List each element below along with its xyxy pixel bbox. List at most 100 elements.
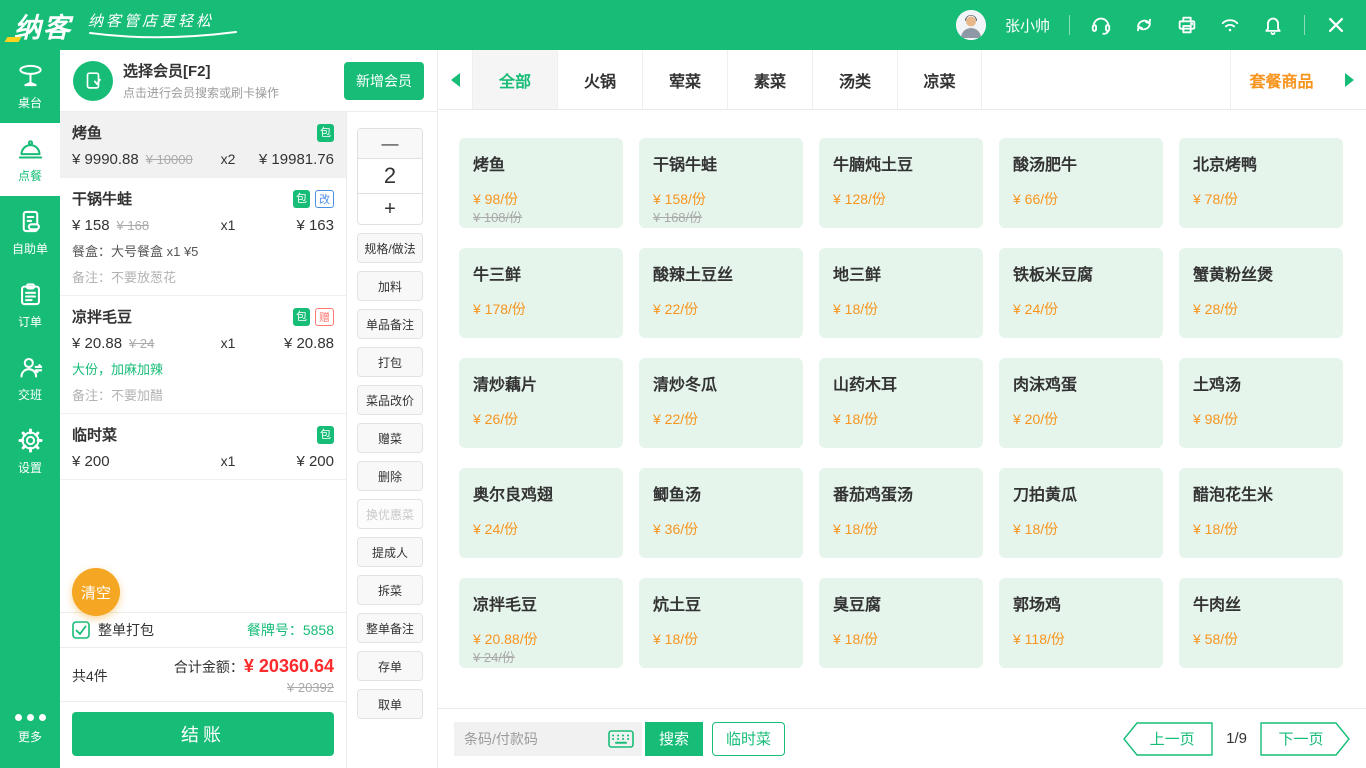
order-item[interactable]: 临时菜 包 ¥ 200 x1 ¥ 200	[60, 414, 346, 480]
sidebar-item-tables[interactable]: 桌台	[0, 50, 60, 123]
category-tab[interactable]: 火锅	[557, 50, 642, 109]
dish-card[interactable]: 蟹黄粉丝煲 ¥ 28/份	[1179, 248, 1343, 338]
clipboard-icon	[17, 281, 44, 308]
dish-price: ¥ 98/份	[1193, 409, 1238, 429]
barcode-input[interactable]	[464, 731, 608, 747]
item-count: 共4件	[72, 666, 108, 686]
action-button[interactable]: 规格/做法	[357, 233, 423, 263]
dish-card[interactable]: 铁板米豆腐 ¥ 24/份	[999, 248, 1163, 338]
wifi-icon[interactable]	[1218, 13, 1242, 37]
dish-card[interactable]: 鲫鱼汤 ¥ 36/份	[639, 468, 803, 558]
quantity-stepper: — 2 +	[357, 128, 423, 225]
action-button[interactable]: 存单	[357, 651, 423, 681]
dish-card[interactable]: 醋泡花生米 ¥ 18/份	[1179, 468, 1343, 558]
sidebar-item-more[interactable]: 更多	[0, 702, 60, 756]
dish-card[interactable]: 牛腩炖土豆 ¥ 128/份	[819, 138, 983, 228]
search-button[interactable]: 搜索	[645, 722, 703, 756]
order-item-qty: x1	[206, 453, 250, 469]
dish-card[interactable]: 山药木耳 ¥ 18/份	[819, 358, 983, 448]
dish-price: ¥ 22/份	[653, 409, 698, 429]
sidebar-item-settings[interactable]: 设置	[0, 415, 60, 488]
action-button[interactable]: 删除	[357, 461, 423, 491]
dish-card[interactable]: 番茄鸡蛋汤 ¥ 18/份	[819, 468, 983, 558]
bell-icon[interactable]	[1261, 13, 1285, 37]
action-button[interactable]: 取单	[357, 689, 423, 719]
action-button[interactable]: 单品备注	[357, 309, 423, 339]
order-item-qty: x1	[206, 217, 250, 233]
dish-card[interactable]: 酸辣土豆丝 ¥ 22/份	[639, 248, 803, 338]
order-item[interactable]: 凉拌毛豆 包赠 ¥ 20.88 ¥ 24 x1 ¥ 20.88 大份，加麻加辣 …	[60, 296, 346, 414]
member-bar: 选择会员[F2] 点击进行会员搜索或刷卡操作 新增会员	[60, 50, 437, 112]
category-scroll-left-button[interactable]	[438, 50, 472, 109]
temp-dish-button[interactable]: 临时菜	[712, 722, 785, 756]
order-item-qty: x1	[206, 335, 250, 351]
category-tab[interactable]: 全部	[472, 50, 557, 109]
keyboard-icon[interactable]	[608, 730, 634, 748]
checkout-button[interactable]: 结账	[72, 712, 334, 756]
dish-card[interactable]: 牛三鲜 ¥ 178/份	[459, 248, 623, 338]
qty-plus-button[interactable]: +	[358, 193, 422, 224]
dish-card[interactable]: 酸汤肥牛 ¥ 66/份	[999, 138, 1163, 228]
dish-card[interactable]: 干锅牛蛙 ¥ 158/份 ¥ 168/份	[639, 138, 803, 228]
prev-page-button[interactable]: 上一页	[1123, 722, 1213, 756]
sidebar-item-orders[interactable]: 订单	[0, 269, 60, 342]
dish-card[interactable]: 北京烤鸭 ¥ 78/份	[1179, 138, 1343, 228]
action-button[interactable]: 菜品改价	[357, 385, 423, 415]
user-avatar[interactable]	[956, 10, 986, 40]
dish-name: 土鸡汤	[1193, 371, 1329, 395]
category-tab[interactable]: 汤类	[812, 50, 897, 109]
sidebar-item-shift[interactable]: 交班	[0, 342, 60, 415]
category-tab[interactable]: 荤菜	[642, 50, 727, 109]
dish-name: 凉拌毛豆	[473, 591, 609, 615]
table-icon	[17, 62, 44, 89]
dish-card[interactable]: 清炒冬瓜 ¥ 22/份	[639, 358, 803, 448]
order-item-price: ¥ 20.88	[72, 335, 122, 352]
category-tab[interactable]: 凉菜	[897, 50, 982, 109]
member-select-area[interactable]: 选择会员[F2] 点击进行会员搜索或刷卡操作	[123, 60, 279, 101]
headset-support-icon[interactable]	[1089, 13, 1113, 37]
action-button[interactable]: 赠菜	[357, 423, 423, 453]
dish-card[interactable]: 炕土豆 ¥ 18/份	[639, 578, 803, 668]
order-item-total: ¥ 20.88	[250, 335, 334, 352]
dish-card[interactable]: 肉沫鸡蛋 ¥ 20/份	[999, 358, 1163, 448]
close-icon[interactable]	[1324, 13, 1348, 37]
member-card-icon[interactable]	[73, 61, 113, 101]
action-button[interactable]: 换优惠菜	[357, 499, 423, 529]
order-item[interactable]: 烤鱼 包 ¥ 9990.88 ¥ 10000 x2 ¥ 19981.76	[60, 112, 346, 178]
category-tab[interactable]: 素菜	[727, 50, 812, 109]
printer-icon[interactable]	[1175, 13, 1199, 37]
dish-card[interactable]: 臭豆腐 ¥ 18/份	[819, 578, 983, 668]
order-item-name: 凉拌毛豆	[72, 306, 132, 327]
action-button[interactable]: 拆菜	[357, 575, 423, 605]
dish-card[interactable]: 刀拍黄瓜 ¥ 18/份	[999, 468, 1163, 558]
dish-card[interactable]: 奥尔良鸡翅 ¥ 24/份	[459, 468, 623, 558]
dish-card[interactable]: 烤鱼 ¥ 98/份 ¥ 108/份	[459, 138, 623, 228]
qty-minus-button[interactable]: —	[358, 129, 422, 159]
pack-all-checkbox[interactable]	[72, 621, 90, 639]
cloud-sync-icon[interactable]	[1132, 13, 1156, 37]
pagination: 上一页 1/9 下一页	[1123, 722, 1350, 756]
action-button[interactable]: 提成人	[357, 537, 423, 567]
sidebar-item-selfhelp-orders[interactable]: 自助单	[0, 196, 60, 269]
dish-card[interactable]: 地三鲜 ¥ 18/份	[819, 248, 983, 338]
action-button[interactable]: 打包	[357, 347, 423, 377]
dish-card[interactable]: 郭场鸡 ¥ 118/份	[999, 578, 1163, 668]
dish-card[interactable]: 清炒藕片 ¥ 26/份	[459, 358, 623, 448]
dish-original-price: ¥ 24/份	[473, 647, 515, 666]
dish-card[interactable]: 牛肉丝 ¥ 58/份	[1179, 578, 1343, 668]
add-member-button[interactable]: 新增会员	[344, 62, 424, 100]
action-button[interactable]: 整单备注	[357, 613, 423, 643]
order-item[interactable]: 干锅牛蛙 包改 ¥ 158 ¥ 168 x1 ¥ 163 餐盒：大号餐盒 x1 …	[60, 178, 346, 296]
chevron-left-icon	[451, 73, 460, 87]
clear-order-button[interactable]: 清空	[72, 568, 120, 616]
order-item-name: 干锅牛蛙	[72, 188, 132, 209]
more-dots-icon	[15, 714, 46, 721]
category-scroll-right-button[interactable]	[1332, 50, 1366, 109]
dish-card[interactable]: 土鸡汤 ¥ 98/份	[1179, 358, 1343, 448]
next-page-button[interactable]: 下一页	[1260, 722, 1350, 756]
sidebar-item-order-food[interactable]: 点餐	[0, 123, 60, 196]
action-button[interactable]: 加料	[357, 271, 423, 301]
dish-price: ¥ 36/份	[653, 519, 698, 539]
tab-combo-products[interactable]: 套餐商品	[1230, 50, 1332, 109]
dish-card[interactable]: 凉拌毛豆 ¥ 20.88/份 ¥ 24/份	[459, 578, 623, 668]
